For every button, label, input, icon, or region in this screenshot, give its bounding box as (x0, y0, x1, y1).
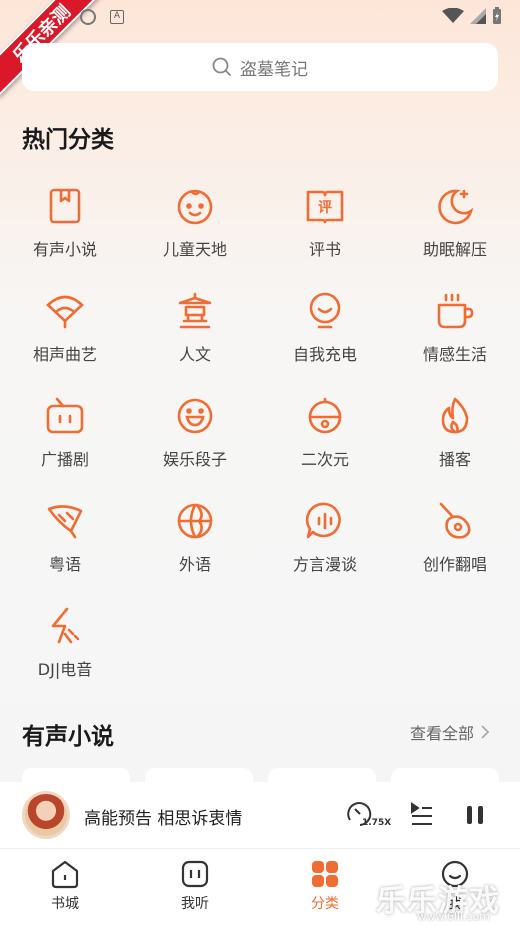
category-label: 播客 (438, 450, 471, 469)
hot-categories-title: 热门分类 (22, 127, 114, 153)
status-indicators (442, 7, 502, 25)
chevron-right-icon (481, 725, 490, 739)
category-label: 娱乐段子 (162, 450, 227, 469)
tab-listening[interactable]: 我听 (130, 859, 260, 913)
novels-section-title: 有声小说 (22, 724, 114, 750)
category-dj-electronic[interactable]: DJ|电音 (0, 602, 130, 692)
category-label: DJ|电音 (37, 660, 93, 679)
category-label: 粤语 (48, 555, 81, 574)
category-dialect[interactable]: 方言漫谈 (260, 497, 390, 587)
category-foreign-language[interactable]: 外语 (130, 497, 260, 587)
category-label: 人文 (178, 345, 211, 364)
book-icon (49, 188, 81, 224)
pause-icon[interactable] (464, 804, 486, 826)
category-label: 自我充电 (292, 345, 357, 364)
album-cover[interactable] (22, 791, 70, 839)
category-self-improvement[interactable]: 自我充电 (260, 287, 390, 377)
category-label: 情感生活 (422, 345, 487, 364)
svg-text:评: 评 (318, 200, 332, 216)
category-entertainment[interactable]: 娱乐段子 (130, 392, 260, 482)
radio-icon (181, 860, 209, 888)
flame-icon (441, 397, 469, 434)
mini-player: 高能预告 相思诉衷情 1.75X (0, 782, 520, 848)
lightbulb-icon (309, 292, 341, 329)
category-label: 助眠解压 (422, 240, 487, 259)
category-label: 外语 (178, 555, 211, 574)
category-emotion-life[interactable]: 情感生活 (390, 287, 520, 377)
pavilion-icon (178, 292, 212, 329)
category-cantonese[interactable]: 粤语 (0, 497, 130, 587)
category-label: 广播剧 (40, 450, 89, 469)
smile-icon (177, 398, 213, 434)
category-label: 儿童天地 (162, 240, 227, 259)
storybook-icon: 评 (306, 190, 344, 224)
status-bar: 乐乐亲测 A (0, 0, 520, 97)
wifi-icon (442, 8, 464, 23)
guitar-icon (439, 502, 471, 539)
fan-icon (46, 295, 84, 329)
category-label: 创作翻唱 (422, 555, 487, 574)
notification-icon (80, 9, 96, 25)
category-label: 二次元 (300, 450, 349, 469)
tab-categories[interactable]: 分类 (260, 859, 390, 913)
category-audio-novel[interactable]: 有声小说 (0, 182, 130, 272)
baby-face-icon (177, 189, 213, 225)
watermark-url: www.6lll.com (417, 910, 490, 923)
house-icon (51, 860, 79, 889)
track-title[interactable]: 高能预告 相思诉衷情 (84, 804, 242, 829)
category-label: 评书 (308, 240, 341, 259)
category-kids[interactable]: 儿童天地 (130, 182, 260, 272)
coffee-cup-icon (437, 293, 474, 329)
category-crosstalk[interactable]: 相声曲艺 (0, 287, 130, 377)
search-placeholder: 盗墓笔记 (240, 59, 308, 80)
notification-a-icon: A (110, 10, 124, 24)
tab-label: 书城 (51, 896, 79, 912)
category-label: 有声小说 (32, 240, 97, 259)
category-humanities[interactable]: 人文 (130, 287, 260, 377)
globe-icon (177, 503, 213, 539)
search-icon (212, 57, 232, 77)
sail-icon (47, 505, 83, 539)
category-label: 方言漫谈 (292, 555, 357, 574)
category-label: 相声曲艺 (32, 345, 97, 364)
speech-bubble-icon (305, 502, 341, 539)
tab-bookstore[interactable]: 书城 (0, 859, 130, 913)
speed-label: 1.75X (362, 818, 392, 828)
playlist-icon[interactable] (410, 802, 434, 826)
see-all-label: 查看全部 (409, 724, 474, 743)
radio-icon (46, 397, 84, 434)
signal-icon (470, 8, 486, 24)
see-all-link[interactable]: 查看全部 (410, 720, 490, 744)
category-storytelling[interactable]: 评 评书 (260, 182, 390, 272)
grid-icon (312, 861, 338, 887)
category-podcast[interactable]: 播客 (390, 392, 520, 482)
bell-icon (308, 397, 342, 434)
tab-label: 分类 (311, 896, 339, 912)
category-covers[interactable]: 创作翻唱 (390, 497, 520, 587)
category-radio-drama[interactable]: 广播剧 (0, 392, 130, 482)
moon-icon (438, 189, 474, 225)
lightning-icon (51, 607, 80, 644)
category-sleep[interactable]: 助眠解压 (390, 182, 520, 272)
search-bar[interactable]: 盗墓笔记 (22, 43, 498, 91)
category-anime[interactable]: 二次元 (260, 392, 390, 482)
tab-label: 我听 (181, 896, 209, 912)
battery-icon (493, 7, 501, 24)
